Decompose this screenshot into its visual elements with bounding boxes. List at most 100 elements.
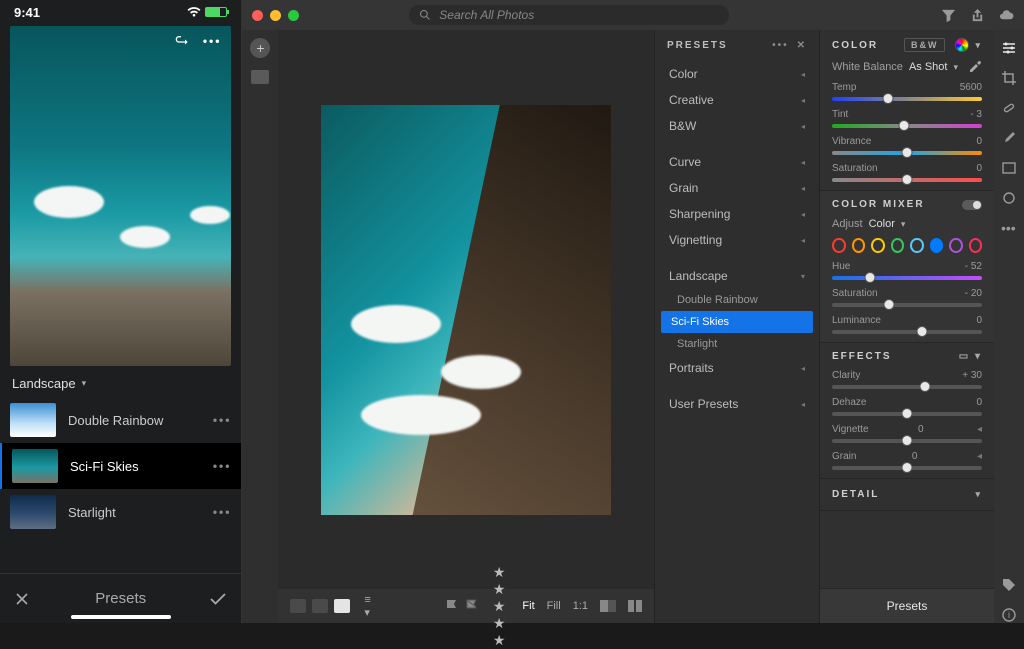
detail-view-icon[interactable] <box>334 599 350 613</box>
preset-group[interactable]: Portraits◂ <box>655 355 819 381</box>
footer-title: Presets <box>0 590 241 607</box>
close-icon[interactable] <box>14 591 30 607</box>
mixer-saturation-slider[interactable]: Saturation- 20 <box>832 288 982 307</box>
swatch-purple[interactable] <box>949 238 963 253</box>
bw-toggle[interactable]: B&W <box>904 38 946 52</box>
swatch-yellow[interactable] <box>871 238 885 253</box>
tint-slider[interactable]: Tint- 3 <box>832 109 982 128</box>
swatch-green[interactable] <box>891 238 905 253</box>
more-icon[interactable]: ••• <box>213 413 232 427</box>
heal-icon[interactable] <box>1001 100 1017 116</box>
confirm-icon[interactable] <box>209 592 227 606</box>
preset-group[interactable]: Vignetting◂ <box>655 227 819 253</box>
clarity-slider[interactable]: Clarity+ 30 <box>832 370 982 389</box>
share-icon[interactable] <box>970 8 985 23</box>
ratio-button[interactable]: 1:1 <box>573 600 588 612</box>
whitebalance-value[interactable]: As Shot <box>909 61 948 73</box>
preset-thumbnail <box>10 403 56 437</box>
add-photo-icon[interactable]: + <box>250 38 270 58</box>
preset-item[interactable]: Double Rainbow <box>655 289 819 311</box>
color-profile-icon[interactable] <box>955 38 969 52</box>
sort-icon[interactable]: ≡ ▾ <box>364 594 370 619</box>
temp-slider[interactable]: Temp5600 <box>832 82 982 101</box>
chevron-down-icon[interactable]: ▾ <box>975 40 982 51</box>
reject-icon[interactable] <box>465 599 479 613</box>
rating-stars[interactable]: ★ ★ ★ ★ ★ <box>493 564 509 649</box>
more-icon[interactable]: ••• <box>213 459 232 473</box>
preset-item-selected[interactable]: Sci-Fi Skies <box>661 311 813 333</box>
presets-title: PRESETS <box>667 40 728 51</box>
preset-group[interactable]: Grain◂ <box>655 175 819 201</box>
close-presets-icon[interactable]: ✕ <box>797 40 807 51</box>
search-input[interactable]: Search All Photos <box>409 5 729 25</box>
swatch-blue[interactable] <box>930 238 944 253</box>
preset-group[interactable]: Creative◂ <box>655 87 819 113</box>
more-icon[interactable]: ••• <box>203 34 222 50</box>
color-title: COLOR <box>832 40 878 51</box>
tag-icon[interactable] <box>1001 577 1017 593</box>
category-label: Landscape <box>12 376 76 391</box>
preset-category-selector[interactable]: Landscape ▾ <box>0 366 241 397</box>
vibrance-slider[interactable]: Vibrance0 <box>832 136 982 155</box>
info-icon[interactable]: i <box>1001 607 1017 623</box>
preset-group[interactable]: Sharpening◂ <box>655 201 819 227</box>
preset-row[interactable]: Sci-Fi Skies ••• <box>0 443 241 489</box>
preset-row[interactable]: Starlight ••• <box>0 489 241 535</box>
edit-sliders-icon[interactable] <box>1001 40 1017 56</box>
swatch-magenta[interactable] <box>969 238 983 253</box>
mobile-preview: 9:41 ••• Landscape ▾ Double Rainbow ••• <box>0 0 242 623</box>
effects-menu-icon[interactable]: ▭ ▾ <box>959 351 982 362</box>
presets-footer-button[interactable]: Presets <box>820 588 994 623</box>
flag-icon[interactable] <box>445 599 459 613</box>
grain-slider[interactable]: Grain0◂ <box>832 451 982 470</box>
edit-panel: COLOR B&W ▾ White Balance As Shot ▾ Temp… <box>819 30 994 623</box>
swatch-red[interactable] <box>832 238 846 253</box>
cloud-icon[interactable] <box>999 8 1014 23</box>
chevron-down-icon[interactable]: ▾ <box>901 219 906 230</box>
photo-canvas[interactable] <box>278 30 654 589</box>
close-window-icon[interactable] <box>252 10 263 21</box>
mobile-photo[interactable]: ••• <box>10 26 231 366</box>
detail-section[interactable]: DETAIL ▾ <box>820 479 994 511</box>
preset-group[interactable]: Curve◂ <box>655 149 819 175</box>
linear-gradient-icon[interactable] <box>1001 160 1017 176</box>
swatch-aqua[interactable] <box>910 238 924 253</box>
more-icon[interactable]: ••• <box>213 505 232 519</box>
adjust-value[interactable]: Color <box>869 218 895 230</box>
maximize-window-icon[interactable] <box>288 10 299 21</box>
preset-group[interactable]: User Presets◂ <box>655 391 819 417</box>
left-toolstrip: + <box>242 30 278 623</box>
fill-button[interactable]: Fill <box>547 600 561 612</box>
mixer-toggle[interactable] <box>962 200 982 210</box>
fit-button[interactable]: Fit <box>522 600 534 612</box>
swatch-orange[interactable] <box>852 238 866 253</box>
luminance-slider[interactable]: Luminance0 <box>832 315 982 334</box>
preset-group[interactable]: B&W◂ <box>655 113 819 139</box>
saturation-slider[interactable]: Saturation0 <box>832 163 982 182</box>
radial-gradient-icon[interactable] <box>1001 190 1017 206</box>
more-tools-icon[interactable]: ••• <box>1001 220 1017 236</box>
vignette-slider[interactable]: Vignette0◂ <box>832 424 982 443</box>
brush-icon[interactable] <box>1001 130 1017 146</box>
chevron-down-icon[interactable]: ▾ <box>953 62 958 73</box>
redo-icon[interactable] <box>173 34 189 50</box>
before-after-icon[interactable] <box>600 600 616 612</box>
window-controls[interactable] <box>252 10 299 21</box>
preset-group-landscape[interactable]: Landscape▾ <box>655 263 819 289</box>
compare-view-icon[interactable] <box>312 599 328 613</box>
preset-item[interactable]: Starlight <box>655 333 819 355</box>
original-icon[interactable] <box>628 600 642 612</box>
eyedropper-icon[interactable] <box>968 60 982 74</box>
search-placeholder: Search All Photos <box>439 8 534 22</box>
presets-more-icon[interactable]: ••• <box>772 40 789 51</box>
filter-icon[interactable] <box>941 8 956 23</box>
filmstrip-icon[interactable] <box>251 70 269 84</box>
minimize-window-icon[interactable] <box>270 10 281 21</box>
preset-name: Starlight <box>68 505 201 520</box>
preset-group[interactable]: Color◂ <box>655 61 819 87</box>
grid-view-icon[interactable] <box>290 599 306 613</box>
preset-row[interactable]: Double Rainbow ••• <box>0 397 241 443</box>
dehaze-slider[interactable]: Dehaze0 <box>832 397 982 416</box>
crop-icon[interactable] <box>1001 70 1017 86</box>
hue-slider[interactable]: Hue- 52 <box>832 261 982 280</box>
